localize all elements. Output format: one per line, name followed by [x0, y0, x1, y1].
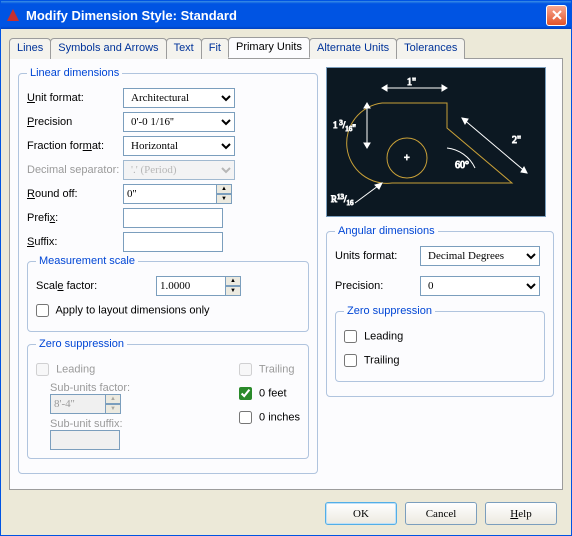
zero-inches-check[interactable]: 0 inches	[239, 411, 300, 424]
scale-down[interactable]: ▼	[225, 286, 241, 296]
app-icon	[5, 7, 21, 23]
precision-label: Precision	[27, 116, 123, 128]
angular-dimensions-group: Angular dimensions Units format: Decimal…	[326, 225, 554, 397]
scale-up[interactable]: ▲	[225, 276, 241, 286]
preview-pane: 1" 2" 1 3/16" + 60° R13/16	[326, 67, 546, 217]
subfactor-up: ▲	[105, 394, 121, 404]
precision-select[interactable]: 0'-0 1/16''	[123, 112, 235, 132]
zero-suppression-linear-group: Zero suppression Leading Sub-units facto…	[27, 338, 309, 459]
unit-format-label: Unit format:	[27, 92, 123, 104]
zero-a-legend: Zero suppression	[344, 305, 435, 317]
roundoff-up[interactable]: ▲	[216, 184, 232, 194]
tab-tolerances[interactable]: Tolerances	[396, 38, 465, 59]
trailing-check: Trailing	[239, 363, 295, 376]
tab-alternate-units[interactable]: Alternate Units	[309, 38, 397, 59]
svg-text:60°: 60°	[455, 160, 469, 171]
tab-lines[interactable]: Lines	[9, 38, 51, 59]
ang-units-format-label: Units format:	[335, 250, 420, 262]
subunits-factor-input	[50, 394, 106, 414]
leading-check: Leading	[36, 363, 95, 376]
ok-button[interactable]: OK	[325, 502, 397, 525]
ang-leading-check[interactable]: Leading	[344, 330, 403, 343]
tab-fit[interactable]: Fit	[201, 38, 229, 59]
apply-layout-check[interactable]: Apply to layout dimensions only	[36, 304, 210, 317]
zero-suppression-angular-group: Zero suppression Leading Trailing	[335, 305, 545, 382]
titlebar: Modify Dimension Style: Standard	[1, 1, 571, 29]
unit-format-select[interactable]: Architectural	[123, 88, 235, 108]
svg-text:+: +	[404, 153, 410, 164]
close-icon	[552, 10, 562, 20]
subfactor-down: ▼	[105, 404, 121, 414]
zero-l-legend: Zero suppression	[36, 338, 127, 350]
window-title: Modify Dimension Style: Standard	[26, 8, 237, 23]
ang-units-format-select[interactable]: Decimal Degrees	[420, 246, 540, 266]
zero-feet-check[interactable]: 0 feet	[239, 387, 287, 400]
help-button[interactable]: Help	[485, 502, 557, 525]
svg-text:R13/16: R13/16	[331, 193, 354, 207]
scale-factor-input[interactable]	[156, 276, 226, 296]
tab-text[interactable]: Text	[166, 38, 202, 59]
subunits-factor-label: Sub-units factor:	[50, 382, 219, 394]
ang-precision-select[interactable]: 0	[420, 276, 540, 296]
svg-text:2": 2"	[512, 135, 521, 146]
prefix-label: Prefix:	[27, 212, 123, 224]
tab-primary-units[interactable]: Primary Units	[228, 37, 310, 58]
fraction-format-label: Fraction format:	[27, 140, 123, 152]
linear-dimensions-group: Linear dimensions Unit format: Architect…	[18, 67, 318, 474]
tab-strip: Lines Symbols and Arrows Text Fit Primar…	[9, 37, 563, 58]
subunit-suffix-label: Sub-unit suffix:	[50, 418, 219, 430]
suffix-label: Suffix:	[27, 236, 123, 248]
linear-legend: Linear dimensions	[27, 67, 122, 79]
close-button[interactable]	[546, 5, 567, 26]
angular-legend: Angular dimensions	[335, 225, 438, 237]
roundoff-down[interactable]: ▼	[216, 194, 232, 204]
tab-symbols[interactable]: Symbols and Arrows	[50, 38, 166, 59]
roundoff-input[interactable]	[123, 184, 217, 204]
subunit-suffix-input	[50, 430, 120, 450]
ang-trailing-check[interactable]: Trailing	[344, 354, 400, 367]
svg-text:1": 1"	[407, 77, 416, 88]
roundoff-label: Round off:	[27, 188, 123, 200]
measure-legend: Measurement scale	[36, 255, 138, 267]
prefix-input[interactable]	[123, 208, 223, 228]
decimal-separator-select: '.' (Period)	[123, 160, 235, 180]
scale-factor-label: Scale factor:	[36, 280, 156, 292]
fraction-format-select[interactable]: Horizontal	[123, 136, 235, 156]
cancel-button[interactable]: Cancel	[405, 502, 477, 525]
ang-precision-label: Precision:	[335, 280, 420, 292]
measurement-scale-group: Measurement scale Scale factor: ▲▼ Apply…	[27, 255, 309, 332]
decimal-separator-label: Decimal separator:	[27, 164, 123, 176]
suffix-input[interactable]	[123, 232, 223, 252]
